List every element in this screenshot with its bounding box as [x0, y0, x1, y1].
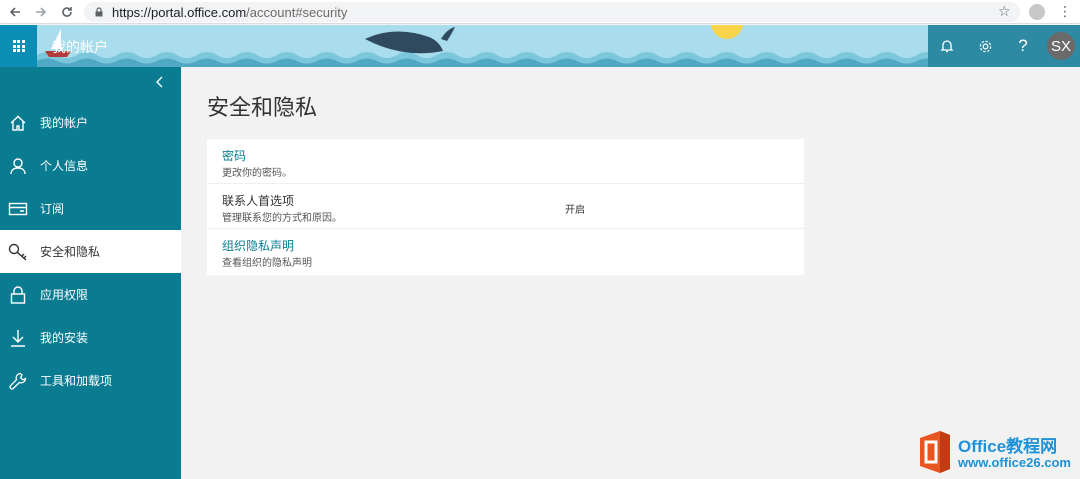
privacy-statement-link[interactable]: 组织隐私声明 — [222, 237, 294, 254]
waffle-icon — [12, 40, 25, 52]
bookmark-star-icon[interactable]: ☆ — [998, 3, 1011, 20]
wrench-icon — [0, 372, 36, 390]
watermark-url: www.office26.com — [958, 455, 1071, 470]
sidebar-item-my-installs[interactable]: 我的安装 — [0, 316, 181, 359]
lock-icon — [95, 7, 103, 17]
user-avatar[interactable]: SX — [1047, 32, 1075, 60]
app-header: 我的帐户 ? SX — [0, 25, 1080, 67]
sidebar-item-subscriptions[interactable]: 订阅 — [0, 187, 181, 230]
sidebar-item-app-permissions[interactable]: 应用权限 — [0, 273, 181, 316]
password-link[interactable]: 密码 — [222, 147, 246, 164]
sidebar-item-security-privacy[interactable]: 安全和隐私 — [0, 230, 181, 273]
reload-icon — [62, 6, 72, 17]
bell-icon — [940, 40, 954, 53]
app-title: 我的帐户 — [52, 39, 108, 55]
app-launcher-button[interactable] — [0, 25, 37, 67]
gear-icon — [979, 40, 991, 52]
row-description: 查看组织的隐私声明 — [222, 258, 312, 269]
help-button[interactable]: ? — [1004, 25, 1042, 67]
collapse-sidebar-button[interactable] — [155, 75, 165, 94]
notifications-button[interactable] — [928, 25, 966, 67]
browser-profile-icon[interactable] — [1029, 4, 1045, 20]
security-settings-card: 密码 更改你的密码。 联系人首选项 管理联系您的方式和原因。 开启 组织隐私声明… — [207, 139, 804, 275]
chevron-left-icon — [156, 76, 163, 88]
contact-preferences-row[interactable]: 联系人首选项 管理联系您的方式和原因。 开启 — [207, 184, 804, 229]
card-icon — [0, 201, 36, 217]
sidebar-item-label: 我的安装 — [40, 331, 89, 345]
privacy-statement-row[interactable]: 组织隐私声明 查看组织的隐私声明 — [207, 229, 804, 274]
sidebar-item-tools-addins[interactable]: 工具和加载项 — [0, 359, 181, 402]
watermark-brand: Office教程网 — [958, 437, 1058, 456]
page-title: 安全和隐私 — [207, 95, 318, 120]
office-logo-icon — [920, 431, 950, 473]
home-icon — [0, 114, 36, 132]
password-row[interactable]: 密码 更改你的密码。 — [207, 139, 804, 184]
watermark: Office教程网 www.office26.com — [916, 429, 1076, 475]
arrow-left-icon — [9, 6, 20, 17]
status-text: 开启 — [565, 205, 585, 216]
key-icon — [0, 243, 36, 261]
row-description: 管理联系您的方式和原因。 — [222, 213, 342, 224]
person-icon — [0, 157, 36, 175]
sidebar-item-personal-info[interactable]: 个人信息 — [0, 144, 181, 187]
forward-button[interactable] — [30, 1, 52, 23]
reload-button[interactable] — [56, 1, 78, 23]
url-path: /account#security — [246, 4, 348, 20]
sidebar-item-label: 应用权限 — [40, 288, 89, 302]
address-bar[interactable]: https://portal.office.com/account#securi… — [84, 2, 1020, 22]
url-host: https://portal.office.com — [112, 4, 247, 20]
arrow-right-icon — [36, 6, 47, 17]
sidebar: 我的帐户 个人信息 订阅 安全和隐私 应用权限 我的安装 工具和加载项 — [0, 67, 181, 479]
sidebar-item-label: 订阅 — [40, 202, 65, 216]
row-description: 更改你的密码。 — [222, 168, 292, 179]
sidebar-item-label: 个人信息 — [40, 159, 89, 173]
question-mark-icon: ? — [1018, 36, 1028, 55]
browser-toolbar: https://portal.office.com/account#securi… — [0, 0, 1080, 24]
lock-icon — [0, 285, 36, 304]
browser-menu-icon[interactable]: ⋮ — [1058, 3, 1072, 20]
ocean-theme-banner — [37, 25, 928, 67]
sidebar-item-my-account[interactable]: 我的帐户 — [0, 101, 181, 144]
sidebar-item-label: 安全和隐私 — [40, 245, 101, 259]
sidebar-item-label: 我的帐户 — [40, 116, 89, 130]
back-button[interactable] — [4, 1, 26, 23]
sidebar-item-label: 工具和加载项 — [40, 374, 113, 388]
download-icon — [0, 329, 36, 347]
settings-button[interactable] — [966, 25, 1004, 67]
contact-preferences-title: 联系人首选项 — [222, 194, 295, 208]
